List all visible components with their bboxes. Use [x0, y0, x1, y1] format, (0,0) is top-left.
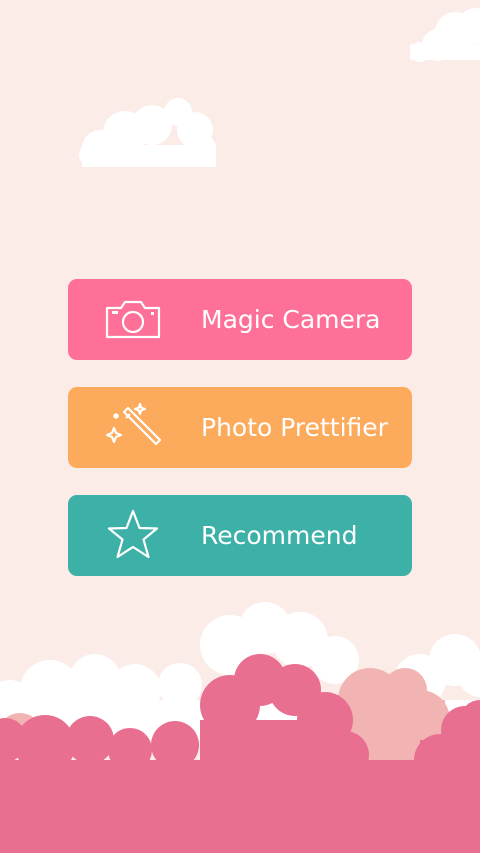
camera-icon [104, 292, 162, 348]
recommend-button[interactable]: Recommend [68, 495, 412, 576]
home-screen: Magic Camera Photo Prettifier Recommend [0, 0, 480, 853]
cloud-top-right [410, 8, 480, 62]
recommend-label: Recommend [201, 521, 358, 550]
cloud-upper-left [79, 98, 216, 167]
magic-camera-button[interactable]: Magic Camera [68, 279, 412, 360]
magic-wand-icon [104, 400, 162, 456]
magic-camera-label: Magic Camera [201, 305, 381, 334]
star-icon [104, 508, 162, 564]
photo-prettifier-label: Photo Prettifier [201, 413, 388, 442]
photo-prettifier-button[interactable]: Photo Prettifier [68, 387, 412, 468]
